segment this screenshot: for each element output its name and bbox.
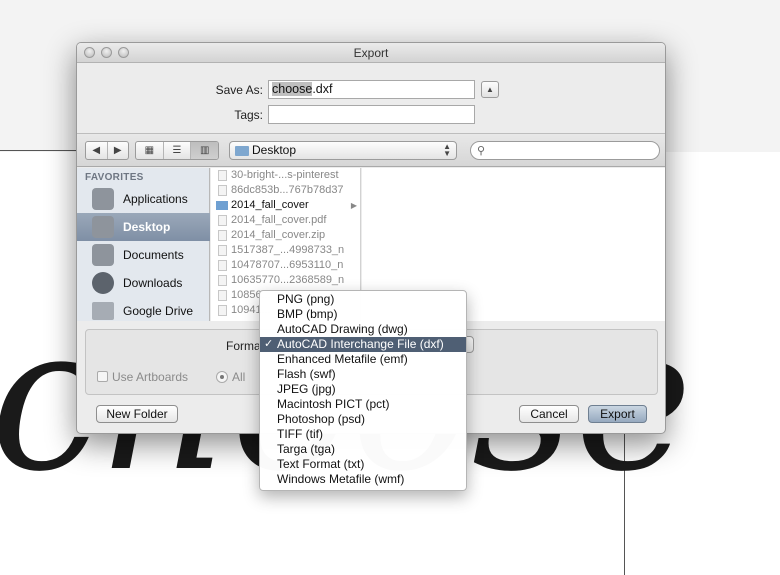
menu-item-wmf[interactable]: Windows Metafile (wmf)	[260, 472, 466, 487]
menu-item-emf[interactable]: Enhanced Metafile (emf)	[260, 352, 466, 367]
use-artboards-label: Use Artboards	[112, 370, 189, 384]
sidebar-item-documents[interactable]: Documents	[77, 241, 210, 269]
list-item[interactable]: 2014_fall_cover.zip	[211, 228, 360, 243]
menu-item-bmp[interactable]: BMP (bmp)	[260, 307, 466, 322]
menu-item-jpg[interactable]: JPEG (jpg)	[260, 382, 466, 397]
list-icon: ☰	[172, 145, 182, 156]
downloads-icon	[92, 272, 114, 294]
browser-toolbar: ◀ ▶ ▦ ☰ ▥ Desktop ▲ ▼ ⚲	[77, 133, 665, 167]
close-window-button[interactable]	[84, 47, 95, 58]
save-as-extension: .dxf	[312, 82, 333, 96]
menu-item-psd[interactable]: Photoshop (psd)	[260, 412, 466, 427]
dialog-title: Export	[353, 46, 389, 60]
menu-item-dwg[interactable]: AutoCAD Drawing (dwg)	[260, 322, 466, 337]
export-button[interactable]: Export	[588, 405, 647, 423]
grid-icon: ▦	[144, 145, 155, 156]
menu-item-swf[interactable]: Flash (swf)	[260, 367, 466, 382]
menu-item-label: AutoCAD Interchange File (dxf)	[277, 337, 444, 351]
location-popup[interactable]: Desktop ▲ ▼	[229, 141, 457, 160]
list-item[interactable]: 2014_fall_cover.pdf	[211, 213, 360, 228]
icon-view-button[interactable]: ▦	[136, 142, 164, 159]
all-label: All	[232, 370, 246, 384]
forward-icon: ▶	[113, 145, 122, 156]
new-folder-button[interactable]: New Folder	[96, 405, 178, 423]
menu-item-png[interactable]: PNG (png)	[260, 292, 466, 307]
list-item[interactable]: 2014_fall_cover ▶	[211, 198, 360, 213]
menu-item-tif[interactable]: TIFF (tif)	[260, 427, 466, 442]
file-icon	[218, 290, 227, 301]
search-icon: ⚲	[477, 145, 486, 157]
sidebar: FAVORITES Applications Desktop Documents…	[77, 168, 210, 321]
title-bar: Export	[77, 43, 665, 63]
file-icon	[218, 215, 227, 226]
tags-label: Tags:	[234, 108, 263, 122]
save-as-field[interactable]: choose.dxf	[268, 80, 475, 99]
use-artboards-checkbox[interactable]	[97, 371, 108, 382]
chevron-up-icon: ▲	[486, 85, 494, 94]
tags-field[interactable]	[268, 105, 475, 124]
menu-item-tga[interactable]: Targa (tga)	[260, 442, 466, 457]
sidebar-item-google-drive[interactable]: Google Drive	[77, 297, 210, 325]
list-item[interactable]: 10635770...2368589_n	[211, 273, 360, 288]
file-icon	[218, 245, 227, 256]
back-icon: ◀	[92, 145, 101, 156]
list-item[interactable]: 1517387_...4998733_n	[211, 243, 360, 258]
sidebar-item-desktop[interactable]: Desktop	[77, 213, 210, 241]
file-icon	[218, 260, 227, 271]
sidebar-heading: FAVORITES	[85, 172, 144, 183]
file-icon	[218, 185, 227, 196]
save-as-label: Save As:	[215, 83, 263, 97]
sidebar-item-label: Downloads	[123, 276, 183, 290]
location-label: Desktop	[252, 143, 297, 157]
sidebar-item-label: Google Drive	[123, 304, 194, 318]
checkmark-icon: ✓	[264, 338, 274, 350]
file-icon	[218, 275, 227, 286]
menu-item-pct[interactable]: Macintosh PICT (pct)	[260, 397, 466, 412]
sidebar-item-applications[interactable]: Applications	[77, 185, 210, 213]
format-menu: PNG (png) BMP (bmp) AutoCAD Drawing (dwg…	[259, 290, 467, 491]
updown-arrows-icon: ▲ ▼	[443, 142, 451, 158]
folder-icon	[92, 302, 114, 320]
menu-item-dxf[interactable]: ✓ AutoCAD Interchange File (dxf)	[260, 337, 466, 352]
forward-button[interactable]: ▶	[108, 142, 129, 159]
applications-icon	[92, 188, 114, 210]
file-icon	[218, 230, 227, 241]
list-item[interactable]: 10478707...6953110_n	[211, 258, 360, 273]
all-radio[interactable]	[216, 371, 228, 383]
cancel-button[interactable]: Cancel	[519, 405, 579, 423]
disclosure-arrow-icon: ▶	[350, 201, 357, 210]
list-item[interactable]: 86dc853b...767b78d37	[211, 183, 360, 198]
sidebar-item-downloads[interactable]: Downloads	[77, 269, 210, 297]
folder-icon	[235, 146, 249, 156]
back-forward-control: ◀ ▶	[85, 141, 129, 160]
back-button[interactable]: ◀	[86, 142, 108, 159]
search-input[interactable]: ⚲	[470, 141, 660, 160]
sidebar-item-label: Documents	[123, 248, 184, 262]
menu-item-txt[interactable]: Text Format (txt)	[260, 457, 466, 472]
view-mode-control: ▦ ☰ ▥	[135, 141, 219, 160]
list-item[interactable]: 30-bright-...s-pinterest	[211, 168, 360, 183]
minimize-window-button[interactable]	[101, 47, 112, 58]
sidebar-item-label: Desktop	[123, 220, 171, 234]
file-icon	[218, 170, 227, 181]
expand-dialog-button[interactable]: ▲	[481, 81, 499, 98]
documents-icon	[92, 244, 114, 266]
sidebar-item-label: Applications	[123, 192, 188, 206]
zoom-window-button[interactable]	[118, 47, 129, 58]
save-as-selection: choose	[272, 82, 313, 96]
list-view-button[interactable]: ☰	[164, 142, 192, 159]
columns-icon: ▥	[199, 145, 210, 156]
desktop-icon	[92, 216, 114, 238]
folder-icon	[216, 201, 228, 210]
column-view-button[interactable]: ▥	[191, 142, 218, 159]
file-icon	[218, 305, 227, 316]
